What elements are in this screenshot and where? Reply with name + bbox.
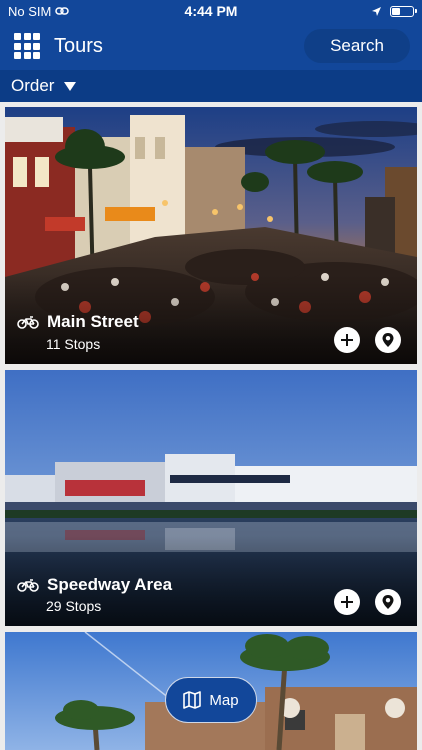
map-pin-icon: [382, 595, 394, 609]
caret-down-icon: [64, 81, 77, 91]
motorcycle-icon: [17, 316, 39, 329]
carrier-label: No SIM: [8, 3, 52, 19]
clock: 4:44 PM: [184, 3, 238, 19]
location-button[interactable]: [375, 589, 401, 615]
status-bar: No SIM 4:44 PM: [0, 0, 422, 22]
tour-stops: 29 Stops: [46, 598, 102, 614]
map-button[interactable]: Map: [165, 677, 257, 723]
map-icon: [183, 691, 202, 709]
tour-title: Main Street: [17, 312, 139, 332]
location-button[interactable]: [375, 327, 401, 353]
motorcycle-icon: [17, 579, 39, 592]
tour-title: Speedway Area: [17, 575, 172, 595]
order-dropdown[interactable]: Order: [0, 70, 422, 102]
plus-icon: [341, 334, 353, 346]
search-button[interactable]: Search: [304, 29, 410, 63]
tour-stops: 11 Stops: [46, 336, 101, 352]
map-button-label: Map: [209, 691, 239, 709]
wifi-link-icon: [55, 7, 70, 15]
tour-card-main-street[interactable]: Main Street 11 Stops: [5, 107, 417, 364]
tour-name: Main Street: [47, 312, 139, 331]
plus-icon: [341, 596, 353, 608]
nav-bar: Tours Search: [0, 22, 422, 70]
tour-name: Speedway Area: [47, 575, 173, 594]
menu-grid-icon[interactable]: [14, 33, 40, 59]
page-title: Tours: [54, 34, 103, 57]
tour-card-speedway-area[interactable]: Speedway Area 29 Stops: [5, 370, 417, 626]
map-pin-icon: [382, 333, 394, 347]
order-label: Order: [11, 76, 55, 95]
location-arrow-icon: [372, 6, 381, 16]
add-button[interactable]: [334, 589, 360, 615]
battery-icon: [390, 5, 417, 17]
add-button[interactable]: [334, 327, 360, 353]
